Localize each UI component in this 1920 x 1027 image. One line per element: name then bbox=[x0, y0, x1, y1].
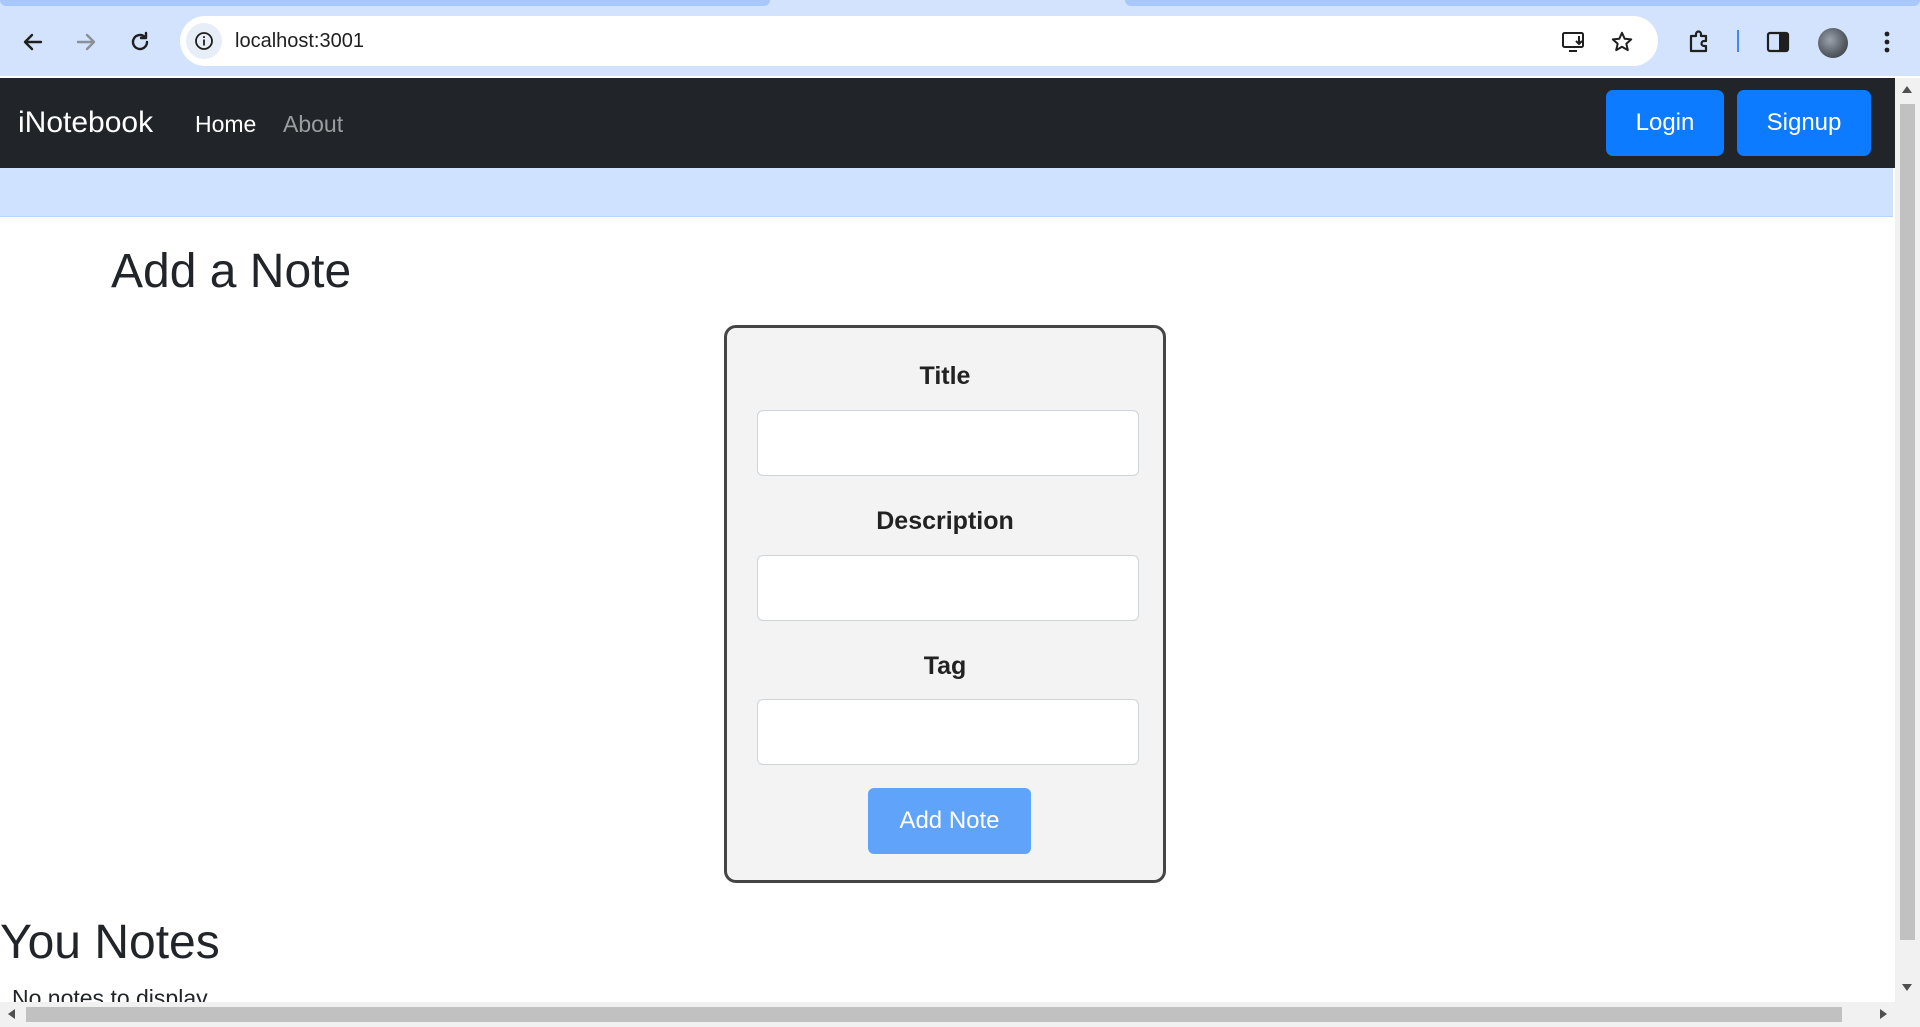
scroll-right-icon[interactable] bbox=[1880, 1009, 1887, 1019]
title-input[interactable] bbox=[757, 410, 1139, 476]
tag-input[interactable] bbox=[757, 699, 1139, 765]
brand-link[interactable]: iNotebook bbox=[18, 106, 153, 140]
reload-icon bbox=[131, 31, 149, 51]
nav-link-home[interactable]: Home bbox=[195, 111, 256, 138]
description-input[interactable] bbox=[757, 555, 1139, 621]
notes-heading: You Notes bbox=[0, 916, 220, 969]
install-app-button[interactable] bbox=[1560, 28, 1588, 56]
avatar[interactable] bbox=[1818, 28, 1848, 58]
back-button[interactable] bbox=[15, 24, 51, 60]
scroll-down-icon[interactable] bbox=[1902, 984, 1912, 991]
add-note-button[interactable]: Add Note bbox=[868, 788, 1031, 854]
page-viewport: iNotebook Home About Login Signup Add a … bbox=[0, 78, 1895, 1002]
tag-label: Tag bbox=[923, 652, 967, 680]
browser-toolbar: localhost:3001 bbox=[0, 6, 1920, 76]
back-arrow-icon bbox=[23, 33, 43, 51]
signup-button[interactable]: Signup bbox=[1737, 90, 1871, 156]
install-app-icon bbox=[1562, 32, 1584, 52]
vertical-scroll-thumb[interactable] bbox=[1900, 104, 1915, 940]
reload-button[interactable] bbox=[122, 24, 158, 60]
site-info-button[interactable] bbox=[186, 23, 222, 59]
alert-banner bbox=[0, 168, 1893, 217]
horizontal-scrollbar[interactable] bbox=[0, 1002, 1920, 1027]
toolbar-divider bbox=[1737, 30, 1739, 52]
side-panel-icon bbox=[1766, 31, 1790, 53]
extensions-button[interactable] bbox=[1681, 24, 1717, 60]
login-button[interactable]: Login bbox=[1606, 90, 1724, 156]
browser-menu-button[interactable] bbox=[1869, 24, 1905, 60]
nav-link-about[interactable]: About bbox=[283, 111, 343, 138]
forward-button[interactable] bbox=[68, 24, 104, 60]
page-title: Add a Note bbox=[111, 245, 352, 298]
navbar: iNotebook Home About Login Signup bbox=[0, 78, 1895, 168]
side-panel-button[interactable] bbox=[1760, 24, 1796, 60]
address-bar[interactable]: localhost:3001 bbox=[180, 16, 1658, 66]
kebab-menu-icon bbox=[1884, 31, 1890, 53]
title-label: Title bbox=[919, 362, 971, 390]
extensions-icon bbox=[1689, 30, 1708, 53]
vertical-scrollbar[interactable] bbox=[1895, 78, 1920, 1002]
forward-arrow-icon bbox=[76, 33, 96, 51]
horizontal-scroll-thumb[interactable] bbox=[26, 1007, 1842, 1022]
site-info-icon bbox=[195, 32, 213, 50]
scroll-left-icon[interactable] bbox=[8, 1009, 15, 1019]
scroll-up-icon[interactable] bbox=[1902, 86, 1912, 93]
description-label: Description bbox=[876, 507, 1014, 535]
add-note-form: Title Description Tag Add Note bbox=[724, 325, 1166, 883]
star-icon bbox=[1611, 31, 1633, 52]
empty-notes-message: No notes to display bbox=[12, 985, 208, 1002]
url-text[interactable]: localhost:3001 bbox=[235, 30, 364, 53]
bookmark-button[interactable] bbox=[1608, 28, 1636, 56]
